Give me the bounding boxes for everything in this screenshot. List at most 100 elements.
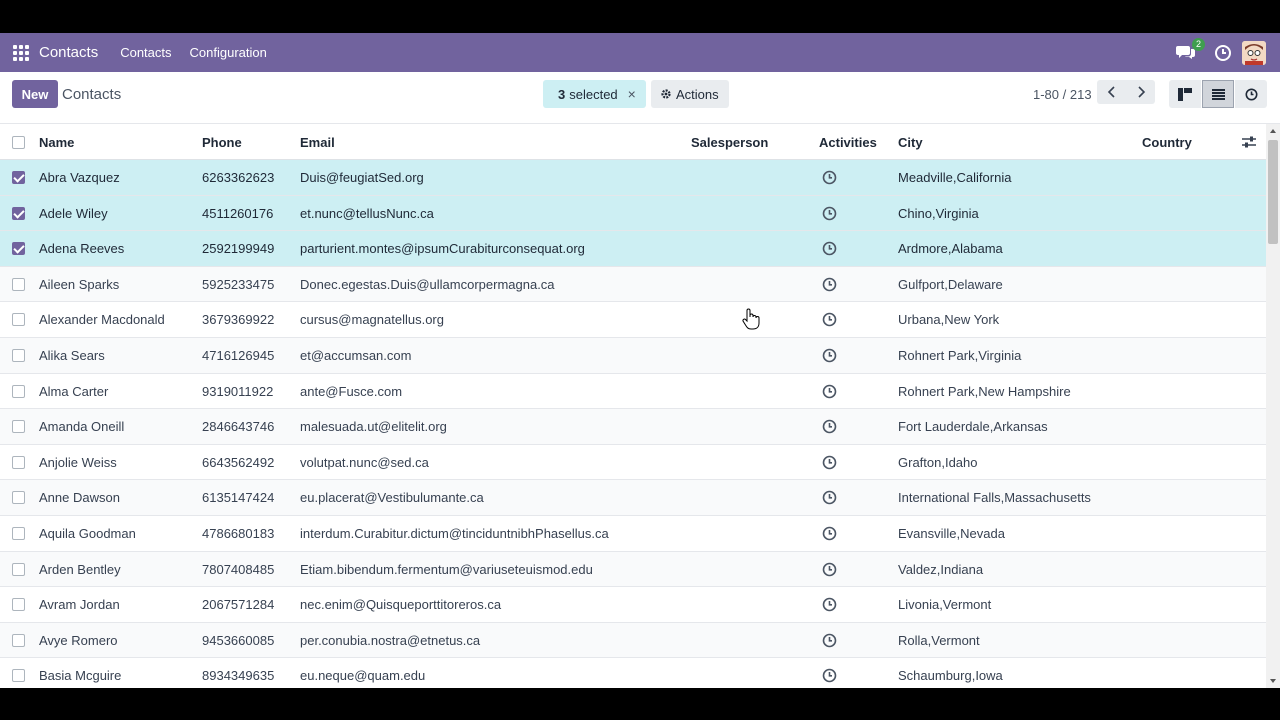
table-row[interactable]: Anjolie Weiss 6643562492 volutpat.nunc@sed… xyxy=(0,444,1266,481)
cell-city: Evansville,Nevada xyxy=(898,525,1005,541)
clear-selection-icon[interactable]: × xyxy=(628,86,636,102)
cell-phone: 6263362623 xyxy=(202,170,275,185)
activity-clock-icon[interactable] xyxy=(822,277,837,292)
table-row[interactable]: Alma Carter 9319011922 ante@Fusce.com Rohne… xyxy=(0,373,1266,410)
table-row[interactable]: Anne Dawson 6135147424 eu.placerat@Vestibu… xyxy=(0,480,1266,516)
table-row[interactable]: Adele Wiley 4511260176 et.nunc@tellusNunc.… xyxy=(0,195,1266,232)
activity-clock-icon[interactable] xyxy=(822,633,837,648)
cell-phone: 4511260176 xyxy=(202,205,274,221)
messaging-badge: 2 xyxy=(1191,37,1205,51)
cell-city: Rolla,Vermont xyxy=(898,632,980,648)
table-row[interactable]: Avram Jordan 2067571284 nec.enim@Quisquepo… xyxy=(0,587,1266,623)
apps-menu-icon[interactable] xyxy=(13,44,29,61)
new-button[interactable]: New xyxy=(12,80,58,108)
table-row[interactable]: Basia Mcguire 8934349635 eu.neque@quam.edu… xyxy=(0,658,1266,688)
table-body: Abra Vazquez 6263362623 Duis@feugiatSed.or… xyxy=(0,160,1266,688)
messaging-icon[interactable]: 2 xyxy=(1176,37,1205,63)
activity-clock-icon[interactable] xyxy=(822,490,837,505)
activity-clock-icon[interactable] xyxy=(822,206,837,221)
cell-city: Gulfport,Delaware xyxy=(898,276,1003,292)
row-checkbox[interactable] xyxy=(12,669,25,683)
activity-clock-icon[interactable] xyxy=(822,597,837,612)
cell-city: Meadville,California xyxy=(898,170,1012,185)
table-row[interactable]: Aileen Sparks 5925233475 Donec.egestas.Dui… xyxy=(0,266,1266,303)
row-checkbox[interactable] xyxy=(12,633,25,647)
selected-label: selected xyxy=(569,86,618,102)
chevron-left-icon xyxy=(1107,86,1115,98)
column-header-email[interactable]: Email xyxy=(300,135,335,150)
cell-city: Rohnert Park,Virginia xyxy=(898,347,1022,363)
row-checkbox[interactable] xyxy=(12,598,25,612)
select-all-checkbox[interactable] xyxy=(12,136,25,149)
optional-columns-icon[interactable] xyxy=(1242,136,1256,151)
cell-phone: 4786680183 xyxy=(202,525,275,541)
actions-button[interactable]: Actions xyxy=(651,80,729,108)
pager-value[interactable]: 1-80 / 213 xyxy=(1033,87,1092,102)
pager-previous-button[interactable] xyxy=(1097,80,1126,104)
scrollbar-thumb[interactable] xyxy=(1268,140,1278,244)
table-row[interactable]: Adena Reeves 2592199949 parturient.montes@… xyxy=(0,231,1266,267)
row-checkbox[interactable] xyxy=(12,277,25,291)
activity-clock-icon[interactable] xyxy=(822,526,837,541)
pager-next-button[interactable] xyxy=(1126,80,1155,104)
activity-clock-icon[interactable] xyxy=(822,312,837,327)
table-row[interactable]: Alika Sears 4716126945 et@accumsan.com Rohn… xyxy=(0,337,1266,374)
navbar-systray: 2 xyxy=(1176,33,1266,72)
cell-name: Adena Reeves xyxy=(39,241,125,257)
column-header-activities[interactable]: Activities xyxy=(819,135,877,150)
activity-clock-icon[interactable] xyxy=(822,170,837,185)
column-header-name[interactable]: Name xyxy=(39,135,74,150)
column-header-phone[interactable]: Phone xyxy=(202,135,242,150)
table-row[interactable]: Aquila Goodman 4786680183 interdum.Curabit… xyxy=(0,515,1266,552)
app-brand[interactable]: Contacts xyxy=(39,44,98,61)
breadcrumb: Contacts xyxy=(62,86,122,103)
activity-clock-icon[interactable] xyxy=(822,348,837,363)
activity-clock-icon[interactable] xyxy=(822,241,837,256)
row-checkbox[interactable] xyxy=(12,491,25,505)
row-checkbox[interactable] xyxy=(12,313,25,327)
activity-clock-icon[interactable] xyxy=(1214,44,1232,62)
row-checkbox[interactable] xyxy=(12,562,25,576)
activity-clock-icon[interactable] xyxy=(822,562,837,577)
row-checkbox[interactable] xyxy=(12,384,25,398)
contacts-app: Contacts Contacts Configuration 2 New Co… xyxy=(0,33,1280,688)
scroll-down-arrow-icon[interactable] xyxy=(1266,674,1280,688)
table-row[interactable]: Alexander Macdonald 3679369922 cursus@magn… xyxy=(0,302,1266,338)
cell-email: interdum.Curabitur.dictum@tinciduntnibhP… xyxy=(300,525,609,541)
column-header-country[interactable]: Country xyxy=(1142,135,1192,150)
cell-city: Schaumburg,Iowa xyxy=(898,668,1003,684)
row-checkbox[interactable] xyxy=(12,242,25,256)
cell-name: Avram Jordan xyxy=(39,597,120,613)
cell-email: eu.neque@quam.edu xyxy=(300,668,426,684)
nav-menu-contacts[interactable]: Contacts xyxy=(120,45,171,60)
activity-clock-icon[interactable] xyxy=(822,384,837,399)
table-row[interactable]: Abra Vazquez 6263362623 Duis@feugiatSed.or… xyxy=(0,160,1266,196)
table-header: Name Phone Email Salesperson Activities … xyxy=(0,124,1266,160)
row-checkbox[interactable] xyxy=(12,455,25,469)
scroll-up-arrow-icon[interactable] xyxy=(1266,124,1280,138)
row-checkbox[interactable] xyxy=(12,171,25,184)
table-row[interactable]: Avye Romero 9453660085 per.conubia.nostra@… xyxy=(0,622,1266,659)
column-header-salesperson[interactable]: Salesperson xyxy=(691,135,768,150)
column-header-city[interactable]: City xyxy=(898,135,923,150)
activity-clock-icon[interactable] xyxy=(822,668,837,683)
table-row[interactable]: Amanda Oneill 2846643746 malesuada.ut@elit… xyxy=(0,409,1266,445)
user-avatar[interactable] xyxy=(1242,40,1266,65)
row-checkbox[interactable] xyxy=(12,348,25,362)
nav-menu-configuration[interactable]: Configuration xyxy=(190,45,267,60)
cell-email: Etiam.bibendum.fermentum@variuseteuismod… xyxy=(300,561,593,577)
view-activity-button[interactable] xyxy=(1235,80,1267,108)
cell-name: Aileen Sparks xyxy=(39,276,120,292)
table-row[interactable]: Arden Bentley 7807408485 Etiam.bibendum.fe… xyxy=(0,551,1266,588)
vertical-scrollbar[interactable] xyxy=(1266,124,1280,688)
cell-name: Adele Wiley xyxy=(39,205,108,221)
clock-icon xyxy=(1245,88,1257,100)
activity-clock-icon[interactable] xyxy=(822,455,837,470)
row-checkbox[interactable] xyxy=(12,206,25,220)
activity-clock-icon[interactable] xyxy=(822,419,837,434)
row-checkbox[interactable] xyxy=(12,526,25,540)
view-list-button[interactable] xyxy=(1202,80,1234,108)
row-checkbox[interactable] xyxy=(12,420,25,434)
view-kanban-button[interactable] xyxy=(1169,80,1201,108)
top-navbar: Contacts Contacts Configuration 2 xyxy=(0,33,1280,72)
